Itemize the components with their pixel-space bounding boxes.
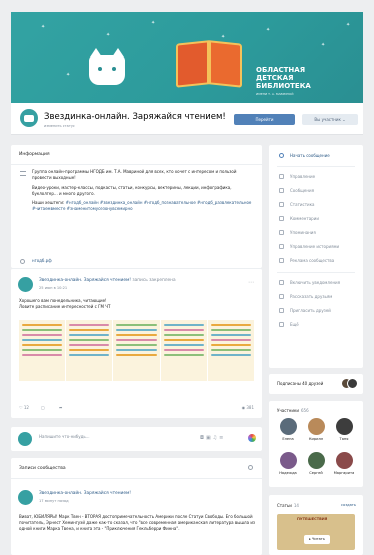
share-icon[interactable]: ➦	[59, 405, 62, 410]
description-icon	[20, 171, 26, 176]
member-item[interactable]: Таня	[333, 418, 355, 441]
member-item[interactable]: Маргарита	[333, 452, 355, 475]
post-avatar[interactable]	[18, 490, 33, 505]
avatar	[307, 418, 325, 435]
member-dropdown-button[interactable]: Вы участник ⌄	[302, 114, 358, 125]
sparkle-decoration: ✦	[151, 20, 156, 26]
post-text: Виват, ЮБИЛЯРЫ! Марк Твен - ВТОРАЯ досто…	[19, 514, 256, 531]
avatar	[279, 418, 297, 435]
wall-header[interactable]: Записи сообщества	[19, 466, 66, 471]
menu-item-invite[interactable]: Пригласить друзей	[269, 304, 363, 318]
friends-block[interactable]: Подписаны 40 друзей	[269, 374, 363, 394]
more-icon[interactable]: ⋯	[248, 279, 254, 286]
comment-icon	[279, 216, 284, 221]
members-block: Участники 656 Елена Кирилл Таня Надежда С…	[269, 401, 363, 487]
comment-icon[interactable]: ▢	[41, 405, 45, 410]
menu-item-messages[interactable]: Сообщения	[269, 184, 363, 198]
library-subtitle: ИМЕНИ Т. А. МАВРИНОЙ	[256, 92, 294, 96]
post-author[interactable]: Звездинка-онлайн. Заряжайся чтением! зап…	[39, 278, 176, 283]
sparkle-decoration: ✦	[321, 42, 326, 48]
article-cover[interactable]: ПУТЕШЕСТВИЯ ▸ Читать	[277, 514, 355, 550]
hashtags-link[interactable]: #нгодб_онлайн #звездинка_онлайн #нгодб_п…	[32, 200, 251, 211]
create-article-link[interactable]: создать	[341, 503, 356, 507]
avatar	[307, 452, 325, 469]
member-item[interactable]: Кирилл	[305, 418, 327, 441]
menu-item-mentions[interactable]: Упоминания	[269, 226, 363, 240]
avatar	[279, 452, 297, 469]
menu-item-more[interactable]: Ещё	[269, 318, 363, 332]
community-menu: Начать сообщение Управление Сообщения Ст…	[269, 145, 363, 368]
article-title: ПУТЕШЕСТВИЯ	[297, 517, 328, 521]
composer-avatar	[18, 432, 32, 446]
menu-item-stats[interactable]: Статистика	[269, 198, 363, 212]
avatar	[335, 418, 353, 435]
read-button[interactable]: ▸ Читать	[304, 535, 330, 544]
menu-item-stories[interactable]: Управление историями	[269, 240, 363, 254]
info-description: Группа онлайн-программы НГОДБ им. Т.А. М…	[32, 169, 252, 212]
group-header: Звездинка-онлайн. Заряжайся чтением! изм…	[11, 103, 363, 135]
cover-banner: ✦ ✦ ✦ ✦ ✦ ✦ ✦ ✦ ОБЛАСТНАЯ ДЕТСКАЯ БИБЛИО…	[11, 12, 363, 103]
friend-avatar	[347, 378, 358, 389]
post-date[interactable]: 17 минут назад	[39, 499, 69, 503]
more-icon	[279, 322, 284, 327]
menu-item-comments[interactable]: Комментарии	[269, 212, 363, 226]
post-composer: Напишите что-нибудь... ◘▣♫≡	[11, 427, 262, 451]
views-count: ◉ 381	[241, 405, 254, 410]
group-avatar[interactable]	[20, 109, 38, 127]
member-item[interactable]: Елена	[277, 418, 299, 441]
gear-icon	[279, 174, 284, 179]
post-text: Хорошего вам понедельника, читающие! Лов…	[19, 298, 111, 309]
sparkle-decoration: ✦	[266, 27, 271, 33]
search-icon[interactable]	[248, 465, 253, 470]
member-item[interactable]: Надежда	[277, 452, 299, 475]
post-author[interactable]: Звездинка-онлайн. Заряжайся чтением!	[39, 491, 131, 496]
menu-item-notifications[interactable]: Включить уведомления	[269, 276, 363, 290]
attachment-icons[interactable]: ◘▣♫≡	[200, 435, 225, 441]
stats-icon	[279, 202, 284, 207]
chat-icon	[279, 188, 284, 193]
cat-logo-icon	[89, 48, 125, 85]
post-date[interactable]: 25 июн в 10:21	[39, 286, 67, 290]
schedule-image[interactable]	[19, 320, 255, 381]
menu-item-management[interactable]: Управление	[269, 170, 363, 184]
sparkle-decoration: ✦	[66, 72, 71, 78]
library-title: ОБЛАСТНАЯ ДЕТСКАЯ БИБЛИОТЕКА	[256, 66, 311, 90]
website-link[interactable]: нгодб.рф	[32, 258, 52, 263]
like-button[interactable]: ♡ 12	[19, 405, 29, 410]
articles-block: Статьи 14 создать ПУТЕШЕСТВИЯ ▸ Читать	[269, 495, 363, 555]
group-name: Звездинка-онлайн. Заряжайся чтением!	[44, 112, 226, 122]
member-item[interactable]: Сергей	[305, 452, 327, 475]
composer-input[interactable]: Напишите что-нибудь...	[39, 434, 90, 439]
avatar	[335, 452, 353, 469]
ads-icon	[279, 258, 284, 263]
globe-icon	[20, 259, 25, 264]
go-button[interactable]: Перейти	[234, 114, 295, 125]
info-header: Информация	[19, 152, 50, 157]
invite-icon	[279, 308, 284, 313]
sparkle-decoration: ✦	[106, 32, 111, 38]
members-header[interactable]: Участники 656	[277, 408, 309, 413]
sparkle-decoration: ✦	[221, 34, 226, 40]
sparkle-decoration: ✦	[346, 22, 351, 28]
menu-item-ads[interactable]: Реклама сообщества	[269, 254, 363, 268]
friends-label: Подписаны 40 друзей	[277, 381, 324, 386]
message-icon	[279, 153, 284, 158]
post-avatar[interactable]	[18, 277, 33, 292]
mention-icon	[279, 230, 284, 235]
share-icon	[279, 294, 284, 299]
sparkle-decoration: ✦	[41, 24, 46, 30]
bell-icon	[279, 280, 284, 285]
community-posts: Записи сообщества Звездинка-онлайн. Заря…	[11, 458, 262, 555]
pinned-post: Звездинка-онлайн. Заряжайся чтением! зап…	[11, 268, 262, 418]
edit-status-link[interactable]: изменить статус	[44, 124, 75, 128]
stories-icon	[279, 244, 284, 249]
menu-item-share[interactable]: Рассказать друзьям	[269, 290, 363, 304]
start-message-item[interactable]: Начать сообщение	[269, 149, 363, 163]
articles-header[interactable]: Статьи 14	[277, 503, 299, 508]
open-book-icon	[176, 40, 242, 88]
info-card: Информация Группа онлайн-программы НГОДБ…	[11, 145, 262, 268]
story-icon[interactable]	[248, 434, 256, 442]
